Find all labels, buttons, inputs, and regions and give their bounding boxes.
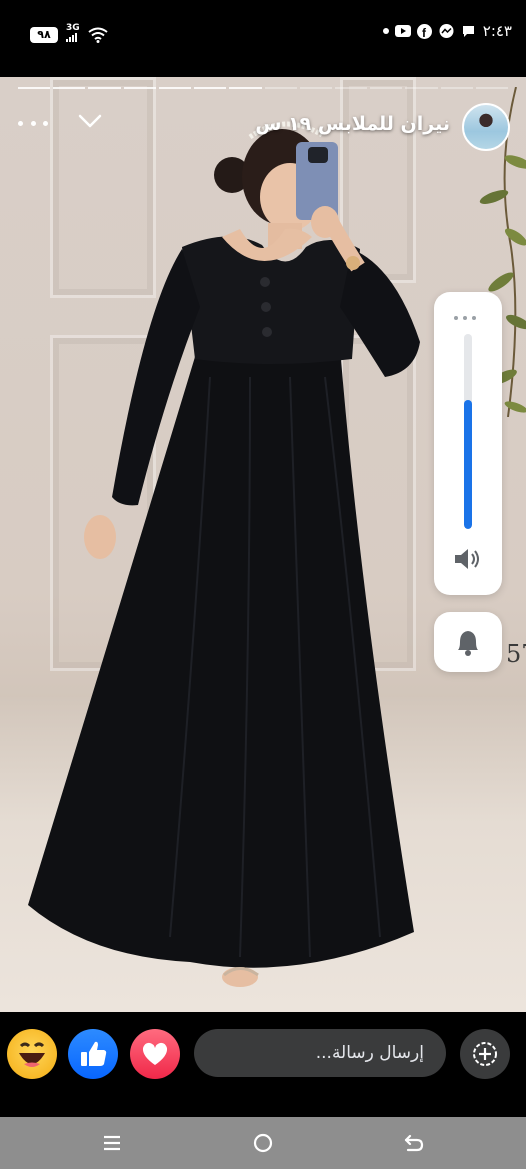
plus-circle-icon <box>473 1042 497 1066</box>
wifi-icon <box>88 27 108 43</box>
haha-reaction-button[interactable] <box>7 1029 57 1079</box>
reply-bar <box>0 1012 526 1117</box>
more-options-button[interactable] <box>18 113 48 133</box>
signal-icon <box>66 33 77 42</box>
volume-control[interactable] <box>434 292 502 595</box>
clock: ٢:٤٣ <box>482 22 512 40</box>
chevron-down-icon[interactable] <box>76 107 104 135</box>
bell-icon <box>458 631 478 656</box>
haha-icon <box>19 1042 45 1067</box>
youtube-icon <box>394 23 411 39</box>
speaker-icon[interactable] <box>452 545 484 573</box>
network-type: 3G <box>66 24 80 45</box>
message-input[interactable] <box>194 1029 446 1077</box>
story-header: نيران للملابس ١٩ س <box>0 95 526 155</box>
volume-level <box>464 400 472 529</box>
love-icon <box>142 1042 168 1065</box>
chat-icon <box>461 23 477 39</box>
back-icon[interactable] <box>402 1131 426 1155</box>
story-progress-bar <box>18 87 509 89</box>
avatar[interactable] <box>462 103 510 151</box>
messenger-icon <box>439 23 455 39</box>
more-icon <box>18 120 23 126</box>
ringer-button[interactable] <box>434 612 502 672</box>
add-button[interactable] <box>460 1029 510 1079</box>
volume-more-icon[interactable] <box>454 316 476 320</box>
status-bar: ٩٨ 3G f ٢:٤٣ <box>0 0 526 72</box>
recents-icon[interactable] <box>100 1131 124 1155</box>
system-nav-bar <box>0 1117 526 1169</box>
notification-dot-icon <box>382 28 389 34</box>
love-reaction-button[interactable] <box>130 1029 180 1079</box>
like-icon <box>81 1041 107 1066</box>
volume-slider[interactable] <box>464 334 472 529</box>
side-number-text: 57 <box>506 640 526 668</box>
battery-indicator: ٩٨ <box>30 26 58 43</box>
story-viewer[interactable]: نيران للملابس ١٩ س 57 <box>0 77 526 1012</box>
like-reaction-button[interactable] <box>68 1029 118 1079</box>
page-name[interactable]: نيران للملابس ١٩ س <box>255 113 450 135</box>
facebook-icon: f <box>417 23 433 39</box>
home-icon[interactable] <box>251 1131 275 1155</box>
